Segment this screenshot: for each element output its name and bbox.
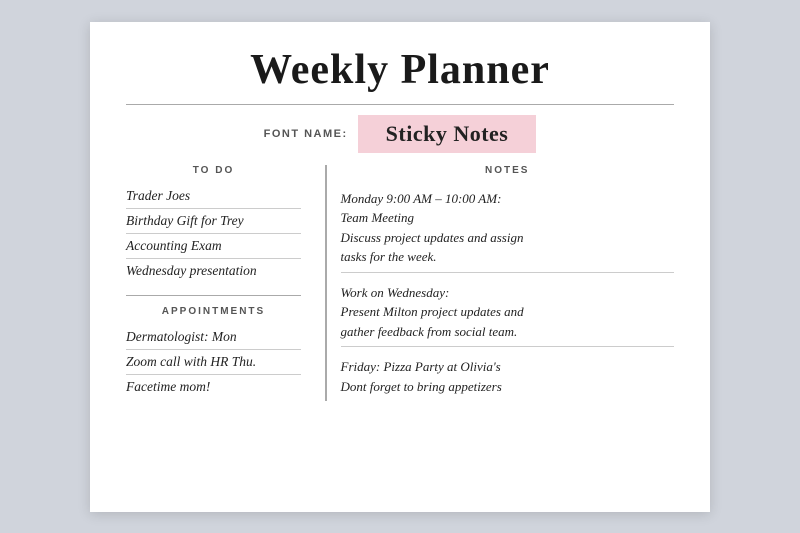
font-name-label: FONT NAME: xyxy=(264,128,348,140)
list-item: Zoom call with HR Thu. xyxy=(126,350,301,375)
vertical-divider xyxy=(325,165,327,402)
list-item: Trader Joes xyxy=(126,184,301,209)
right-column: NOTES Monday 9:00 AM – 10:00 AM: Team Me… xyxy=(341,165,675,402)
font-name-badge: Sticky Notes xyxy=(358,115,537,153)
note-line: Dont forget to bring appetizers xyxy=(341,379,502,394)
note-line: Friday: Pizza Party at Olivia's xyxy=(341,359,501,374)
note-line: Team Meeting xyxy=(341,210,415,225)
note-line: tasks for the week. xyxy=(341,249,437,264)
list-item: Accounting Exam xyxy=(126,234,301,259)
note-line: Present Milton project updates and xyxy=(341,304,524,319)
list-item: Facetime mom! xyxy=(126,375,301,399)
content-row: TO DO Trader Joes Birthday Gift for Trey… xyxy=(126,165,674,402)
font-name-row: FONT NAME: Sticky Notes xyxy=(126,115,674,153)
left-column: TO DO Trader Joes Birthday Gift for Trey… xyxy=(126,165,311,402)
title-section: Weekly Planner xyxy=(126,46,674,94)
note-line: gather feedback from social team. xyxy=(341,324,518,339)
note-block-1: Monday 9:00 AM – 10:00 AM: Team Meeting … xyxy=(341,184,675,273)
todo-list: Trader Joes Birthday Gift for Trey Accou… xyxy=(126,184,301,283)
todo-header: TO DO xyxy=(126,165,301,176)
note-block-3: Friday: Pizza Party at Olivia's Dont for… xyxy=(341,347,675,401)
note-block-2: Work on Wednesday: Present Milton projec… xyxy=(341,273,675,348)
note-line: Monday 9:00 AM – 10:00 AM: xyxy=(341,191,502,206)
list-item: Wednesday presentation xyxy=(126,259,301,283)
appointments-list: Dermatologist: Mon Zoom call with HR Thu… xyxy=(126,325,301,399)
note-line: Work on Wednesday: xyxy=(341,285,450,300)
note-line: Discuss project updates and assign xyxy=(341,230,524,245)
title-divider xyxy=(126,104,674,105)
list-item: Birthday Gift for Trey xyxy=(126,209,301,234)
list-item: Dermatologist: Mon xyxy=(126,325,301,350)
notes-header: NOTES xyxy=(341,165,675,176)
planner-card: Weekly Planner FONT NAME: Sticky Notes T… xyxy=(90,22,710,512)
appointments-header: APPOINTMENTS xyxy=(126,306,301,317)
main-title: Weekly Planner xyxy=(126,46,674,94)
section-divider xyxy=(126,295,301,296)
